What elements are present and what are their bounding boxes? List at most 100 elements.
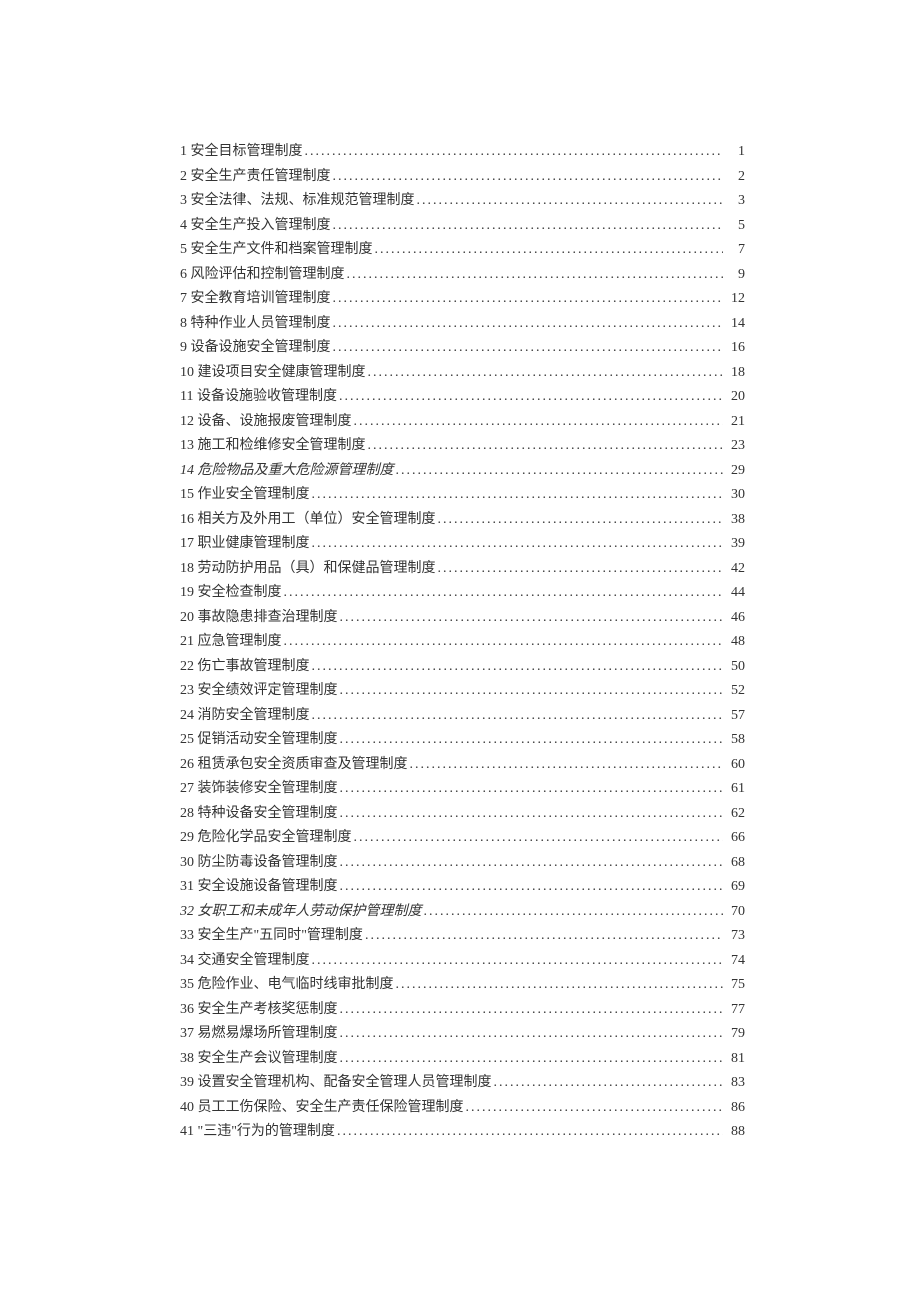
toc-entry: 24 消防安全管理制度 57	[180, 704, 745, 729]
toc-entry-page: 60	[725, 753, 745, 778]
toc-entry: 38 安全生产会议管理制度 81	[180, 1047, 745, 1072]
toc-entry-page: 29	[725, 459, 745, 484]
toc-dots	[438, 557, 724, 582]
toc-entry-page: 86	[725, 1096, 745, 1121]
toc-entry-page: 73	[725, 924, 745, 949]
toc-entry: 22 伤亡事故管理制度 50	[180, 655, 745, 680]
toc-entry-title: 19 安全检查制度	[180, 581, 282, 606]
toc-entry-page: 44	[725, 581, 745, 606]
table-of-contents: 1 安全目标管理制度 12 安全生产责任管理制度 23 安全法律、法规、标准规范…	[180, 140, 745, 1145]
toc-entry-page: 77	[725, 998, 745, 1023]
toc-dots	[417, 189, 724, 214]
toc-dots	[396, 973, 724, 998]
toc-entry-page: 75	[725, 973, 745, 998]
toc-entry: 9 设备设施安全管理制度 16	[180, 336, 745, 361]
toc-entry-page: 5	[725, 214, 745, 239]
toc-entry-title: 2 安全生产责任管理制度	[180, 165, 331, 190]
toc-entry-title: 32 女职工和未成年人劳动保护管理制度	[180, 900, 422, 925]
toc-entry: 23 安全绩效评定管理制度 52	[180, 679, 745, 704]
toc-entry-title: 9 设备设施安全管理制度	[180, 336, 331, 361]
toc-entry: 25 促销活动安全管理制度 58	[180, 728, 745, 753]
toc-dots	[375, 238, 724, 263]
toc-entry: 10 建设项目安全健康管理制度 18	[180, 361, 745, 386]
toc-dots	[340, 1022, 724, 1047]
toc-entry: 32 女职工和未成年人劳动保护管理制度 70	[180, 900, 745, 925]
toc-entry-page: 30	[725, 483, 745, 508]
toc-entry: 36 安全生产考核奖惩制度 77	[180, 998, 745, 1023]
toc-dots	[438, 508, 724, 533]
toc-entry-page: 16	[725, 336, 745, 361]
toc-dots	[339, 385, 723, 410]
toc-entry-title: 14 危险物品及重大危险源管理制度	[180, 459, 394, 484]
toc-entry-page: 69	[725, 875, 745, 900]
toc-dots	[410, 753, 724, 778]
toc-entry-page: 23	[725, 434, 745, 459]
toc-entry-title: 35 危险作业、电气临时线审批制度	[180, 973, 394, 998]
toc-entry: 33 安全生产"五同时"管理制度 73	[180, 924, 745, 949]
toc-entry-title: 13 施工和检维修安全管理制度	[180, 434, 366, 459]
toc-entry-page: 14	[725, 312, 745, 337]
toc-entry-title: 6 风险评估和控制管理制度	[180, 263, 345, 288]
toc-entry-page: 83	[725, 1071, 745, 1096]
toc-entry-title: 18 劳动防护用品（具）和保健品管理制度	[180, 557, 436, 582]
toc-entry-page: 88	[725, 1120, 745, 1145]
toc-entry: 2 安全生产责任管理制度 2	[180, 165, 745, 190]
toc-entry-title: 10 建设项目安全健康管理制度	[180, 361, 366, 386]
toc-entry-page: 74	[725, 949, 745, 974]
toc-entry-page: 18	[725, 361, 745, 386]
toc-entry-page: 42	[725, 557, 745, 582]
toc-entry: 12 设备、设施报废管理制度 21	[180, 410, 745, 435]
toc-entry: 29 危险化学品安全管理制度 66	[180, 826, 745, 851]
toc-entry-page: 61	[725, 777, 745, 802]
toc-dots	[340, 606, 724, 631]
toc-dots	[305, 140, 724, 165]
toc-dots	[312, 949, 724, 974]
toc-entry-title: 12 设备、设施报废管理制度	[180, 410, 352, 435]
toc-entry-page: 12	[725, 287, 745, 312]
toc-entry-page: 50	[725, 655, 745, 680]
toc-entry-title: 26 租赁承包安全资质审查及管理制度	[180, 753, 408, 778]
toc-entry: 35 危险作业、电气临时线审批制度 75	[180, 973, 745, 998]
toc-entry-title: 3 安全法律、法规、标准规范管理制度	[180, 189, 415, 214]
toc-entry-title: 11 设备设施验收管理制度	[180, 385, 337, 410]
toc-entry: 15 作业安全管理制度 30	[180, 483, 745, 508]
toc-dots	[333, 312, 724, 337]
toc-entry-page: 39	[725, 532, 745, 557]
toc-entry-title: 8 特种作业人员管理制度	[180, 312, 331, 337]
toc-dots	[312, 483, 724, 508]
toc-dots	[396, 459, 724, 484]
toc-entry: 30 防尘防毒设备管理制度 68	[180, 851, 745, 876]
toc-dots	[368, 434, 724, 459]
toc-dots	[340, 875, 724, 900]
toc-dots	[333, 287, 724, 312]
toc-entry-page: 48	[725, 630, 745, 655]
toc-entry-title: 23 安全绩效评定管理制度	[180, 679, 338, 704]
toc-entry: 37 易燃易爆场所管理制度 79	[180, 1022, 745, 1047]
toc-entry-title: 20 事故隐患排查治理制度	[180, 606, 338, 631]
toc-entry: 6 风险评估和控制管理制度 9	[180, 263, 745, 288]
toc-entry-title: 17 职业健康管理制度	[180, 532, 310, 557]
toc-entry-title: 15 作业安全管理制度	[180, 483, 310, 508]
toc-entry-page: 70	[725, 900, 745, 925]
toc-entry-page: 57	[725, 704, 745, 729]
toc-entry-title: 5 安全生产文件和档案管理制度	[180, 238, 373, 263]
toc-entry-title: 31 安全设施设备管理制度	[180, 875, 338, 900]
toc-entry: 41 "三违"行为的管理制度 88	[180, 1120, 745, 1145]
toc-dots	[354, 410, 724, 435]
toc-entry: 11 设备设施验收管理制度 20	[180, 385, 745, 410]
toc-entry-page: 2	[725, 165, 745, 190]
toc-dots	[354, 826, 724, 851]
toc-dots	[284, 630, 724, 655]
toc-entry: 16 相关方及外用工（单位）安全管理制度 38	[180, 508, 745, 533]
toc-dots	[494, 1071, 724, 1096]
toc-entry: 21 应急管理制度 48	[180, 630, 745, 655]
toc-entry-title: 38 安全生产会议管理制度	[180, 1047, 338, 1072]
toc-entry: 31 安全设施设备管理制度 69	[180, 875, 745, 900]
toc-entry-page: 1	[725, 140, 745, 165]
toc-entry-page: 58	[725, 728, 745, 753]
toc-dots	[424, 900, 724, 925]
toc-entry-title: 1 安全目标管理制度	[180, 140, 303, 165]
toc-entry: 7 安全教育培训管理制度 12	[180, 287, 745, 312]
toc-entry: 4 安全生产投入管理制度 5	[180, 214, 745, 239]
toc-entry-title: 41 "三违"行为的管理制度	[180, 1120, 335, 1145]
